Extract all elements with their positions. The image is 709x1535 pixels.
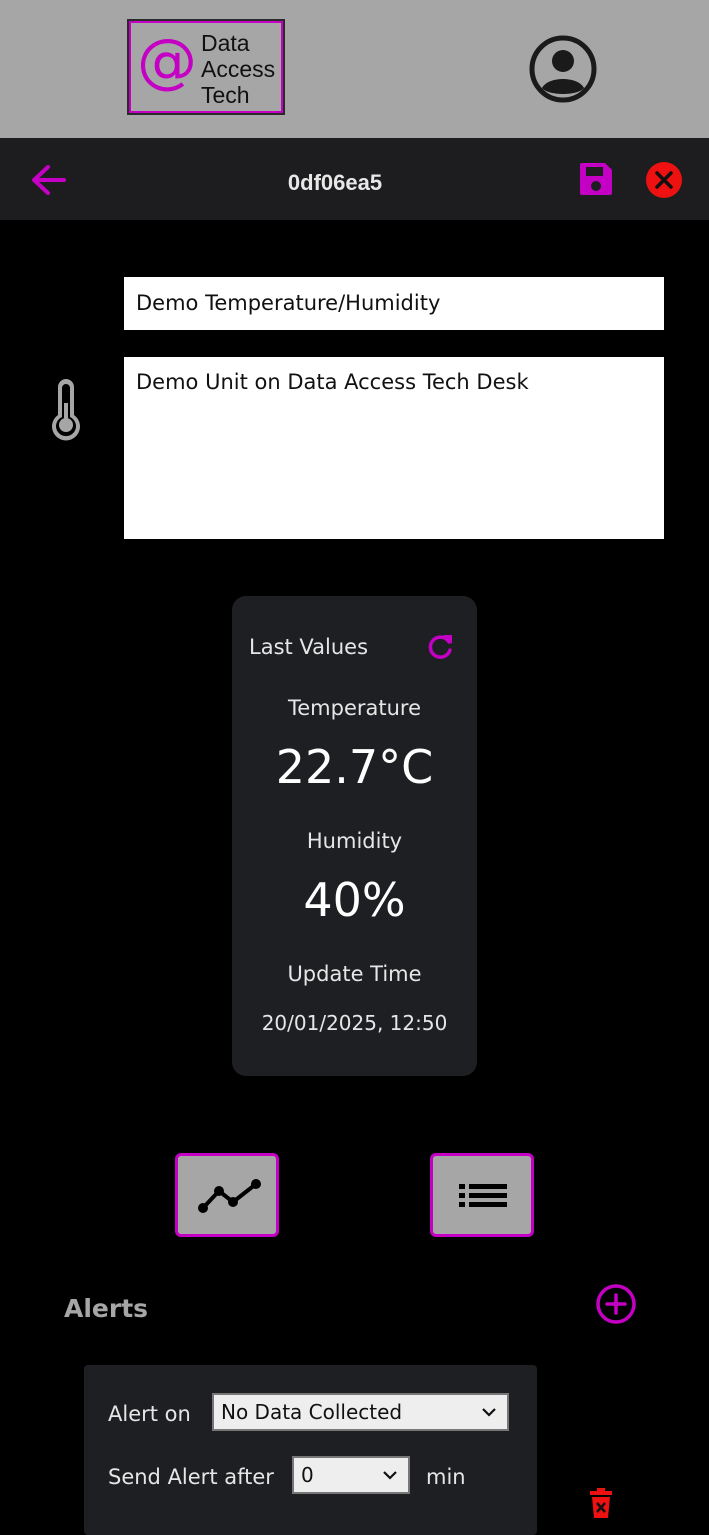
humidity-label: Humidity bbox=[306, 829, 403, 853]
logo-at-symbol: @ bbox=[137, 26, 197, 96]
list-view-button[interactable] bbox=[430, 1153, 534, 1237]
trash-x-icon[interactable] bbox=[586, 1488, 616, 1518]
refresh-icon[interactable] bbox=[425, 631, 455, 661]
humidity-value: 40% bbox=[303, 873, 406, 927]
company-logo[interactable]: @ Data Access Tech bbox=[127, 19, 285, 115]
logo-line-3: Tech bbox=[201, 82, 250, 108]
send-alert-after-select[interactable]: 0 bbox=[292, 1456, 410, 1494]
alert-on-selected-value: No Data Collected bbox=[221, 1400, 403, 1424]
arrow-left-icon[interactable] bbox=[28, 162, 68, 198]
chevron-down-icon bbox=[482, 1408, 496, 1417]
device-name-input[interactable]: Demo Temperature/Humidity bbox=[124, 277, 664, 330]
send-alert-after-value: 0 bbox=[301, 1463, 314, 1487]
temperature-label: Temperature bbox=[287, 696, 422, 720]
plus-circle-icon[interactable] bbox=[595, 1283, 637, 1325]
alert-item: Alert on No Data Collected Send Alert af… bbox=[84, 1365, 537, 1535]
last-values-card: Last Values Temperature 22.7°C Humidity … bbox=[232, 596, 477, 1076]
close-circle-icon[interactable] bbox=[645, 161, 683, 199]
logo-line-2: Access bbox=[201, 56, 276, 82]
device-description-input[interactable]: Demo Unit on Data Access Tech Desk bbox=[124, 357, 664, 539]
temperature-value: 22.7°C bbox=[275, 740, 434, 794]
alerts-section-title: Alerts bbox=[64, 1294, 149, 1323]
last-values-heading: Last Values bbox=[249, 635, 369, 659]
floppy-save-icon[interactable] bbox=[578, 161, 614, 197]
alert-on-label: Alert on bbox=[108, 1402, 191, 1426]
app-header bbox=[0, 0, 709, 138]
alert-on-select[interactable]: No Data Collected bbox=[212, 1393, 509, 1431]
device-id-title: 0df06ea5 bbox=[287, 170, 383, 195]
chart-view-button[interactable] bbox=[175, 1153, 279, 1237]
chevron-down-icon bbox=[383, 1471, 397, 1480]
line-chart-icon bbox=[198, 1179, 261, 1213]
thermometer-icon bbox=[52, 379, 80, 441]
send-alert-after-label: Send Alert after bbox=[108, 1465, 274, 1489]
unit-label: min bbox=[426, 1465, 466, 1489]
logo-text: Data Access Tech bbox=[201, 30, 275, 108]
logo-line-1: Data bbox=[201, 30, 250, 56]
update-time-value: 20/01/2025, 12:50 bbox=[261, 1011, 448, 1035]
account-circle-icon[interactable] bbox=[528, 34, 598, 104]
list-icon bbox=[459, 1184, 507, 1207]
update-time-label: Update Time bbox=[287, 962, 422, 986]
